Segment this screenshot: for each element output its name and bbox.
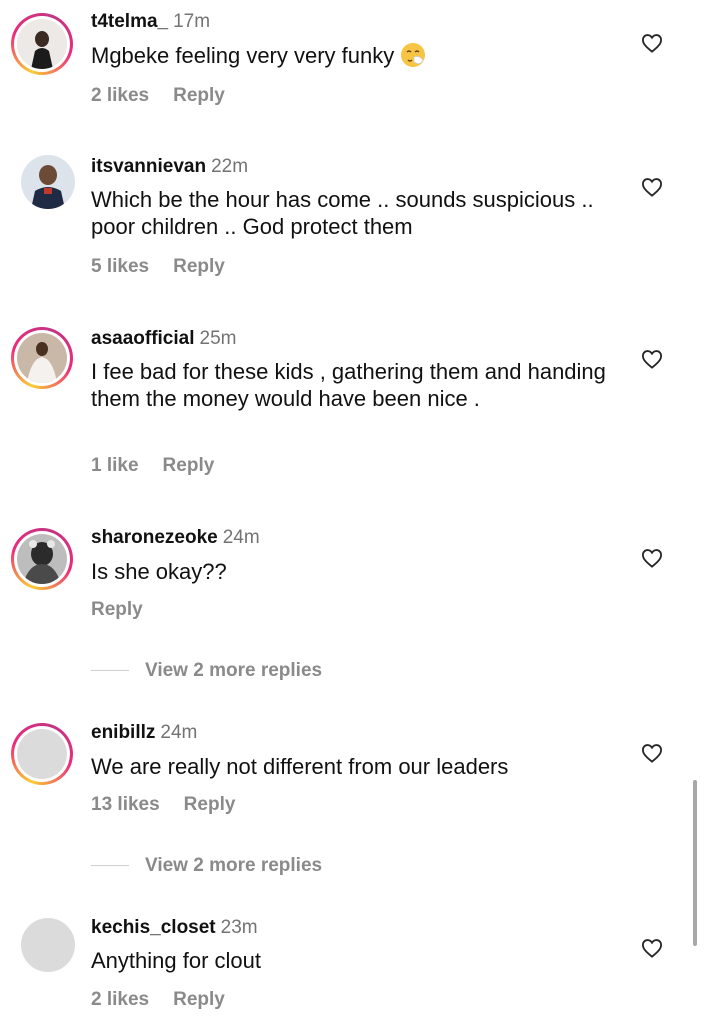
comment-meta: 5 likes Reply (91, 256, 225, 278)
comment-text: Which be the hour has come .. sounds sus… (91, 187, 594, 239)
view-more-replies-button[interactable]: View 2 more replies (91, 660, 322, 682)
username[interactable]: sharonezeoke (91, 527, 218, 548)
heart-icon[interactable] (641, 177, 663, 197)
comment-text: Anything for clout (91, 948, 261, 973)
likes-count[interactable]: 2 likes (91, 85, 149, 106)
comment-text-content: Mgbeke feeling very very funky (91, 43, 395, 68)
comment-meta: 1 like Reply (91, 455, 214, 477)
timestamp: 23m (220, 917, 258, 938)
avatar[interactable] (11, 528, 73, 590)
comment-header: t4telma_ 17m (91, 11, 210, 33)
sneezing-face-emoji-icon (400, 42, 426, 68)
heart-icon[interactable] (641, 548, 663, 568)
divider (91, 670, 129, 672)
comment-text: We are really not different from our lea… (91, 754, 509, 779)
username[interactable]: t4telma_ (91, 11, 168, 32)
username[interactable]: enibillz (91, 722, 155, 743)
comment-meta: 2 likes Reply (91, 85, 225, 107)
reply-button[interactable]: Reply (91, 599, 143, 620)
comment-text: Mgbeke feeling very very funky (91, 42, 631, 69)
heart-icon[interactable] (641, 938, 663, 958)
comment-text: Is she okay?? (91, 559, 227, 584)
username[interactable]: itsvannievan (91, 156, 206, 177)
timestamp: 25m (199, 328, 237, 349)
comment-header: enibillz 24m (91, 722, 197, 744)
avatar[interactable] (21, 155, 75, 209)
avatar[interactable] (11, 723, 73, 785)
heart-icon[interactable] (641, 349, 663, 369)
comment-header: sharonezeoke 24m (91, 527, 260, 549)
comment-header: asaaofficial 25m (91, 328, 236, 350)
divider (91, 865, 129, 867)
reply-button[interactable]: Reply (173, 85, 225, 106)
reply-button[interactable]: Reply (173, 989, 225, 1010)
heart-icon[interactable] (641, 743, 663, 763)
username[interactable]: kechis_closet (91, 917, 216, 938)
heart-icon[interactable] (641, 33, 663, 53)
comment-header: itsvannievan 22m (91, 156, 248, 178)
likes-count[interactable]: 1 like (91, 455, 139, 476)
comment-meta: 13 likes Reply (91, 794, 235, 816)
reply-button[interactable]: Reply (163, 455, 215, 476)
comment-header: kechis_closet 23m (91, 917, 258, 939)
likes-count[interactable]: 13 likes (91, 794, 160, 815)
likes-count[interactable]: 2 likes (91, 989, 149, 1010)
avatar[interactable] (21, 918, 75, 972)
timestamp: 24m (222, 527, 260, 548)
username[interactable]: asaaofficial (91, 328, 195, 349)
likes-count[interactable]: 5 likes (91, 256, 149, 277)
comment-meta: 2 likes Reply (91, 989, 225, 1011)
timestamp: 17m (173, 11, 211, 32)
timestamp: 24m (160, 722, 198, 743)
view-more-replies-button[interactable]: View 2 more replies (91, 855, 322, 877)
avatar[interactable] (11, 13, 73, 75)
comment-meta: Reply (91, 599, 143, 621)
view-replies-label: View 2 more replies (145, 855, 323, 876)
timestamp: 22m (211, 156, 249, 177)
comment-text: I fee bad for these kids , gathering the… (91, 359, 606, 411)
avatar[interactable] (11, 327, 73, 389)
reply-button[interactable]: Reply (184, 794, 236, 815)
scrollbar[interactable] (693, 780, 697, 946)
view-replies-label: View 2 more replies (145, 660, 323, 681)
reply-button[interactable]: Reply (173, 256, 225, 277)
